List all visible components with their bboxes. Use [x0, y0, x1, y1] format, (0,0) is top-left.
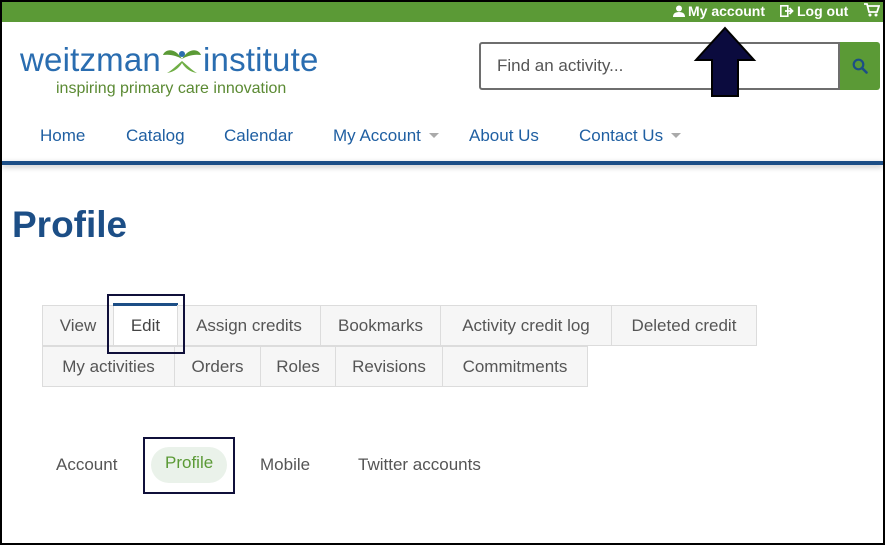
- nav-my-account-label: My Account: [333, 126, 421, 145]
- tab-bookmarks[interactable]: Bookmarks: [320, 305, 441, 346]
- search-icon: [852, 58, 868, 74]
- tab-activity-credit-log[interactable]: Activity credit log: [440, 305, 612, 346]
- nav-calendar[interactable]: Calendar: [224, 126, 293, 146]
- user-icon: [673, 5, 685, 17]
- tab-edit[interactable]: Edit: [113, 303, 178, 346]
- logo-tagline: inspiring primary care innovation: [56, 80, 287, 97]
- search-button[interactable]: [840, 42, 880, 90]
- nav-divider: [2, 161, 883, 165]
- search-form: [479, 42, 880, 90]
- subtab-mobile[interactable]: Mobile: [260, 449, 310, 485]
- tab-orders[interactable]: Orders: [174, 346, 261, 387]
- cart-link[interactable]: [864, 2, 883, 22]
- leaf-logo-icon: [162, 50, 201, 73]
- nav-home[interactable]: Home: [40, 126, 85, 146]
- arrow-up-annotation: [693, 26, 757, 97]
- nav-about-us[interactable]: About Us: [469, 126, 539, 146]
- logo-name-left: weitzman: [20, 41, 161, 78]
- tab-revisions[interactable]: Revisions: [335, 346, 443, 387]
- caret-down-icon: [671, 133, 682, 138]
- browser-frame: My account Log out weitzman institute ins…: [0, 0, 885, 545]
- tab-deleted-credit[interactable]: Deleted credit: [611, 305, 757, 346]
- subtab-twitter-accounts[interactable]: Twitter accounts: [358, 449, 481, 485]
- my-account-link[interactable]: My account: [673, 2, 765, 22]
- nav-catalog[interactable]: Catalog: [126, 126, 185, 146]
- utility-bar: My account Log out: [2, 2, 883, 22]
- tab-roles[interactable]: Roles: [260, 346, 336, 387]
- site-logo[interactable]: weitzman institute inspiring primary care…: [20, 42, 319, 98]
- caret-down-icon: [428, 133, 439, 138]
- main-nav: Home Catalog Calendar My Account About U…: [2, 112, 883, 162]
- sign-out-icon: [780, 5, 794, 17]
- nav-contact-us[interactable]: Contact Us: [579, 126, 682, 146]
- tab-commitments[interactable]: Commitments: [442, 346, 588, 387]
- logo-name-right: institute: [202, 41, 319, 78]
- log-out-label: Log out: [797, 3, 849, 19]
- cart-icon: [864, 3, 881, 17]
- tab-view[interactable]: View: [42, 305, 114, 346]
- my-account-label: My account: [688, 3, 766, 19]
- subtab-profile[interactable]: Profile: [151, 447, 228, 483]
- tab-my-activities[interactable]: My activities: [42, 346, 175, 387]
- nav-contact-us-label: Contact Us: [579, 126, 664, 145]
- subtab-account[interactable]: Account: [56, 449, 117, 485]
- nav-my-account[interactable]: My Account: [333, 126, 439, 146]
- page-title: Profile: [12, 204, 128, 245]
- log-out-link[interactable]: Log out: [780, 2, 848, 22]
- tab-assign-credits[interactable]: Assign credits: [177, 305, 321, 346]
- search-input[interactable]: [479, 42, 840, 90]
